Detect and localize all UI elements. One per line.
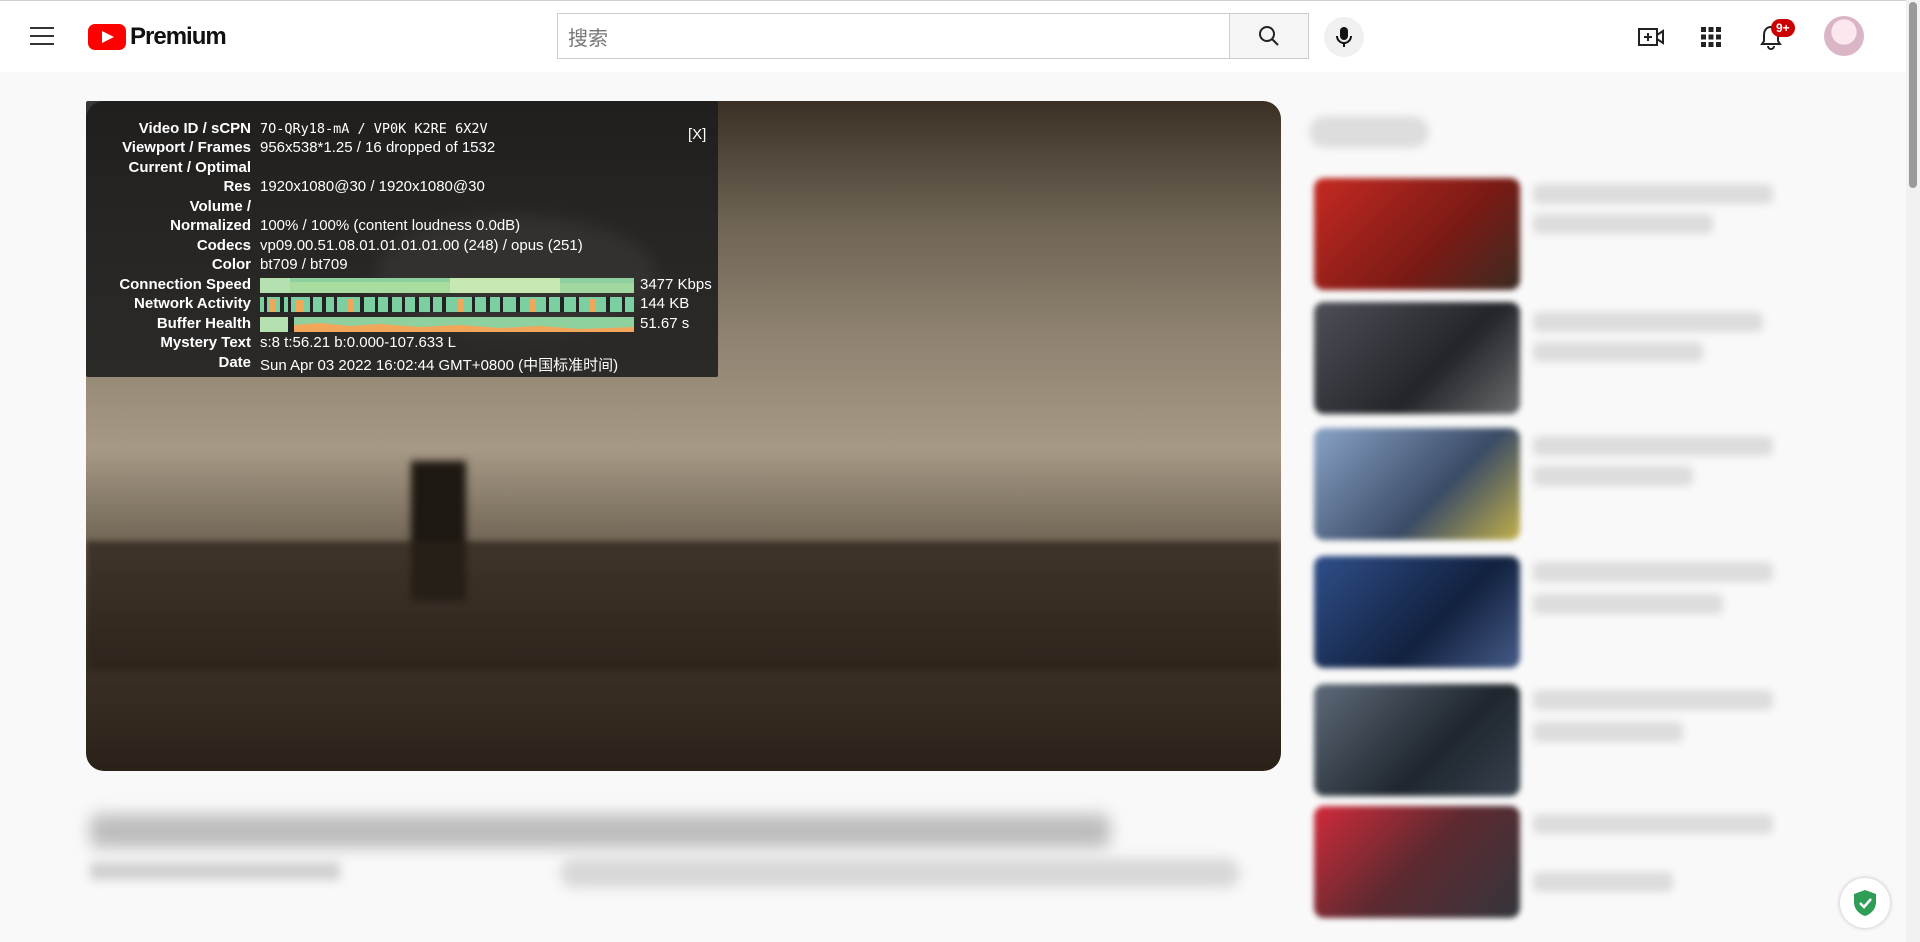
voice-search-button[interactable] [1324,17,1364,57]
stat-label-buffer-health: Buffer Health [156,315,251,332]
search-button[interactable] [1229,13,1309,59]
video-meta [90,862,340,880]
recommended-video-title[interactable] [1533,814,1773,834]
create-video-icon [1638,28,1664,46]
stat-label-color: Color [211,256,251,273]
stat-value-network-activity: 144 KB [640,295,690,312]
recommended-video-title[interactable] [1533,690,1773,710]
avatar[interactable] [1824,16,1864,56]
stat-value-date: Sun Apr 03 2022 16:02:44 GMT+0800 (中国标准时… [260,357,619,374]
youtube-premium-logo[interactable]: Premium [88,23,227,51]
stat-label-video-id: Video ID / sCPN [138,120,251,137]
recommended-video-thumbnail[interactable] [1314,806,1520,918]
stat-value-video-id: 7O-QRy18-mA / VP0K K2RE 6X2V [260,121,488,137]
youtube-play-logo-icon [88,24,126,50]
filter-chip[interactable] [1309,116,1429,148]
stat-label-connection-speed: Connection Speed [119,276,251,293]
video-action-buttons[interactable] [560,858,1240,888]
search-input[interactable]: 搜索 [557,13,1229,59]
stat-value-mystery-text: s:8 t:56.21 b:0.000-107.633 L [260,334,456,351]
recommended-video-meta [1533,594,1723,614]
apps-grid-icon [1701,27,1721,47]
recommended-video-meta [1533,214,1713,234]
recommended-video-thumbnail[interactable] [1314,556,1520,668]
recommended-video-thumbnail[interactable] [1314,178,1520,290]
search-icon [1259,26,1279,46]
stat-label-res: Res [223,178,251,195]
search-placeholder: 搜索 [568,27,608,50]
recommended-video-thumbnail[interactable] [1314,302,1520,414]
recommended-video-thumbnail[interactable] [1314,684,1520,796]
stat-value-color: bt709 / bt709 [260,256,348,273]
stat-label-network-activity: Network Activity [134,295,251,312]
recommended-video-meta [1533,466,1693,486]
stat-value-normalized: 100% / 100% (content loudness 0.0dB) [260,217,521,234]
stat-value-res: 1920x1080@30 / 1920x1080@30 [260,178,485,195]
stat-label-date: Date [218,354,251,371]
recommended-video-title[interactable] [1533,184,1773,204]
recommended-video-title[interactable] [1533,436,1773,456]
stat-value-viewport: 956x538*1.25 / 16 dropped of 1532 [260,139,496,156]
recommended-video-meta [1533,872,1673,892]
recommended-video-title[interactable] [1533,562,1773,582]
recommended-video-meta [1533,342,1703,362]
connection-speed-graph [260,278,634,293]
stat-label-viewport: Viewport / Frames [122,139,251,156]
recommended-video-meta [1533,722,1683,742]
stat-label-current-optimal: Current / Optimal [128,159,251,176]
video-title [90,814,1110,848]
page-scrollbar[interactable] [1906,0,1920,942]
video-frame-ground [86,541,1281,671]
apps-button[interactable] [1695,21,1727,53]
hamburger-menu-icon[interactable] [30,27,54,45]
top-bar: Premium 搜索 9+ [0,0,1920,72]
stats-close-button[interactable]: [X] [688,126,706,143]
stat-label-volume: Volume / [189,198,251,215]
stat-value-codecs: vp09.00.51.08.01.01.01.01.00 (248) / opu… [260,237,583,254]
brand-label: Premium [130,23,227,50]
stat-value-connection-speed: 3477 Kbps [640,276,712,293]
security-extension-button[interactable] [1840,878,1890,928]
stat-label-codecs: Codecs [196,237,251,254]
recommended-video-title[interactable] [1533,312,1763,332]
stat-value-buffer-health: 51.67 s [640,315,690,332]
stat-label-mystery-text: Mystery Text [160,334,251,351]
recommended-video-thumbnail[interactable] [1314,428,1520,540]
create-button[interactable] [1635,21,1667,53]
network-activity-graph [260,297,634,312]
microphone-icon [1336,27,1352,47]
buffer-health-graph [260,317,634,332]
shield-check-icon [1854,890,1876,916]
scrollbar-thumb[interactable] [1909,2,1917,188]
stat-label-normalized: Normalized [170,217,251,234]
notification-count-badge: 9+ [1771,19,1795,37]
